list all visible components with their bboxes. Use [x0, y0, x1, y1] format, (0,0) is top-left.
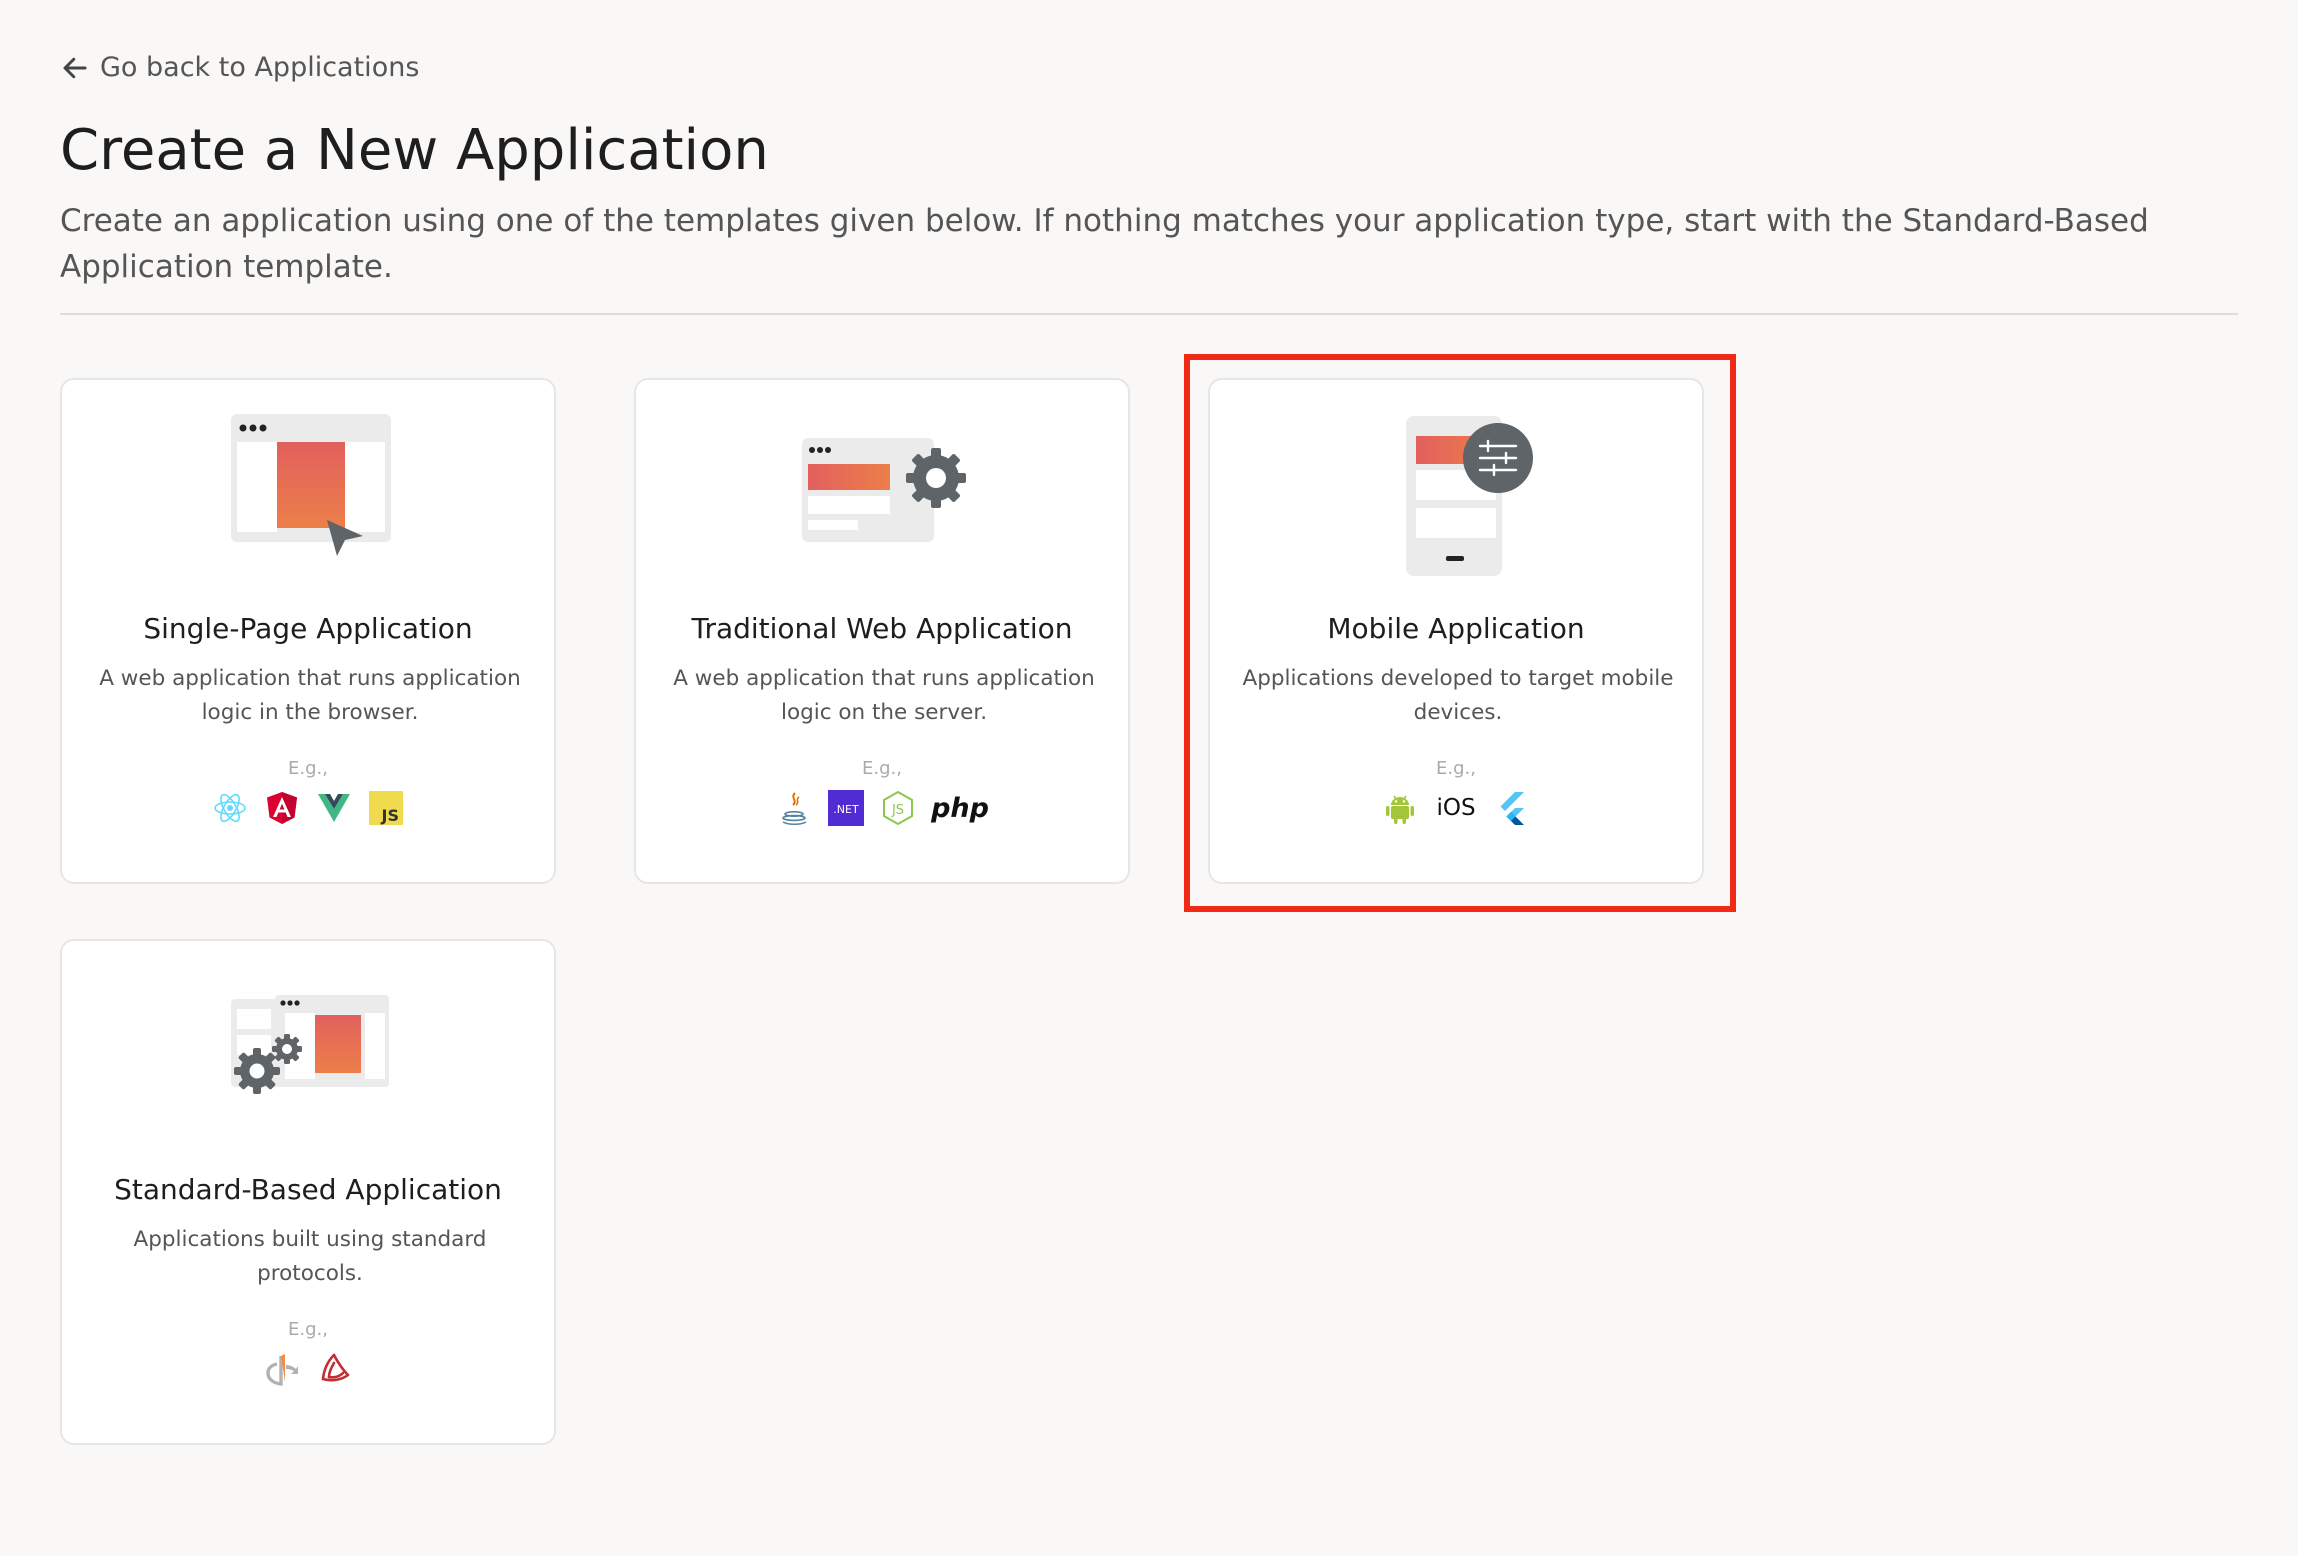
technology-icons: iOS — [1210, 788, 1702, 828]
examples-label: E.g., — [288, 1319, 328, 1340]
template-card-standard-based[interactable]: Standard-Based Application Applications … — [60, 939, 556, 1445]
card-title: Standard-Based Application — [114, 1173, 502, 1206]
svg-text:.NET: .NET — [833, 803, 859, 816]
card-title: Single-Page Application — [143, 612, 473, 645]
java-icon — [776, 790, 812, 826]
mobile-illustration — [1210, 408, 1702, 576]
card-title: Mobile Application — [1327, 612, 1585, 645]
javascript-icon: JS — [368, 790, 404, 826]
android-icon — [1382, 790, 1418, 826]
technology-icons: JS — [62, 788, 554, 828]
template-card-spa[interactable]: Single-Page Application A web applicatio… — [60, 378, 556, 884]
angular-icon — [264, 790, 300, 826]
page-description: Create an application using one of the t… — [60, 203, 2149, 285]
card-description: A web application that runs application … — [99, 666, 521, 725]
arrow-left-icon — [63, 57, 87, 78]
examples-label: E.g., — [1436, 758, 1476, 779]
card-description: A web application that runs application … — [673, 666, 1095, 725]
nodejs-icon: JS — [880, 790, 916, 826]
examples-label: E.g., — [288, 758, 328, 779]
traditional-web-illustration — [636, 408, 1128, 568]
template-card-traditional-web[interactable]: Traditional Web Application A web applic… — [634, 378, 1130, 884]
back-link-label[interactable]: Go back to Applications — [100, 52, 419, 83]
card-description: Applications developed to target mobile … — [1242, 666, 1674, 725]
divider — [60, 313, 2238, 315]
saml-icon — [316, 1351, 352, 1387]
page-title: Create a New Application — [60, 118, 769, 183]
react-icon — [212, 790, 248, 826]
back-to-applications-link[interactable]: Go back to Applications — [60, 52, 419, 83]
standard-based-illustration — [62, 969, 554, 1129]
dotnet-icon: .NET — [828, 790, 864, 826]
technology-icons — [62, 1349, 554, 1389]
svg-text:JS: JS — [381, 806, 399, 825]
card-title: Traditional Web Application — [691, 612, 1073, 645]
technology-icons: .NET JS php — [636, 788, 1128, 828]
examples-label: E.g., — [862, 758, 902, 779]
card-description: Applications built using standard protoc… — [133, 1227, 487, 1286]
ios-icon: iOS — [1436, 795, 1476, 821]
vue-icon — [316, 790, 352, 826]
openid-icon — [264, 1351, 300, 1387]
php-icon: php — [931, 792, 989, 824]
svg-text:JS: JS — [891, 803, 904, 818]
flutter-icon — [1494, 790, 1530, 826]
template-card-mobile[interactable]: Mobile Application Applications develope… — [1208, 378, 1704, 884]
spa-illustration — [62, 408, 554, 568]
